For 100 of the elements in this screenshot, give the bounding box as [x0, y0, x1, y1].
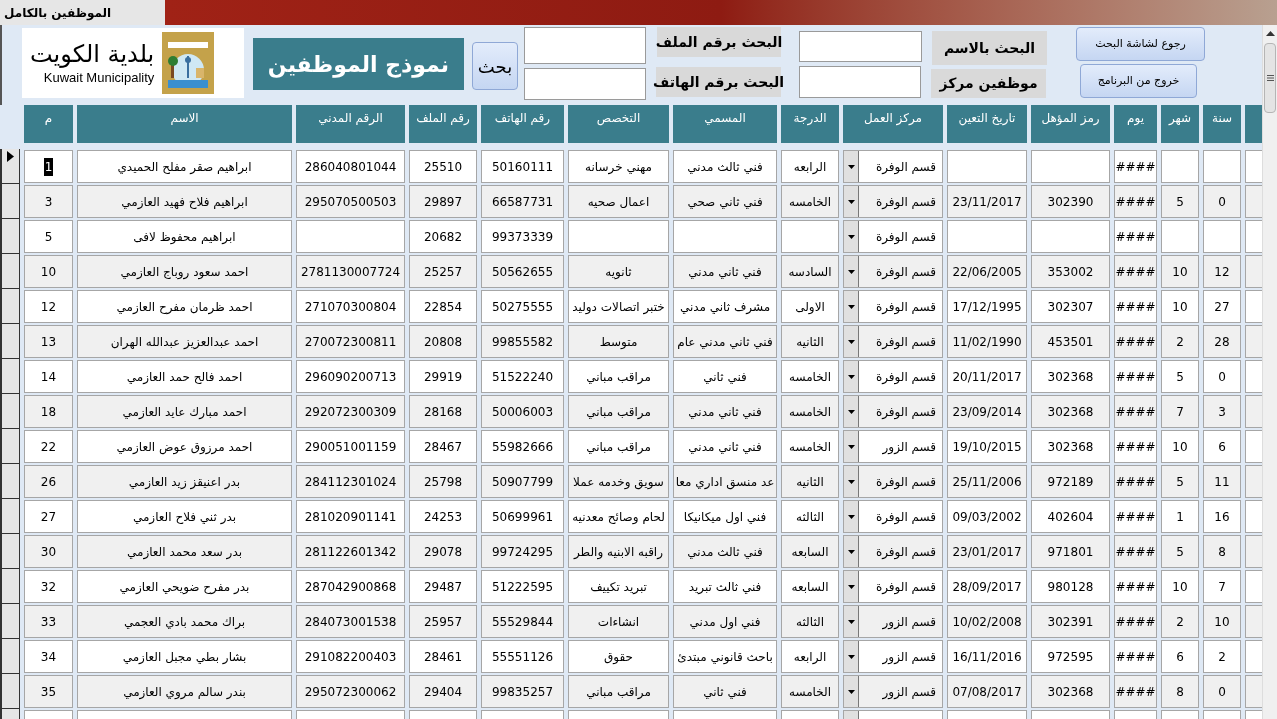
- table-cell: 55529844: [481, 605, 564, 638]
- table-cell: 2: [1161, 605, 1199, 638]
- row-selector[interactable]: [0, 569, 20, 604]
- combo-box[interactable]: قسم الوفرة: [843, 360, 943, 393]
- combo-box[interactable]: قسم الوفرة: [843, 500, 943, 533]
- table-cell: الخامسه: [781, 360, 839, 393]
- dropdown-arrow-icon[interactable]: [847, 619, 855, 624]
- table-cell: 271070300804: [296, 290, 405, 323]
- combo-box[interactable]: قسم الوفرة: [843, 220, 943, 253]
- table-cell: 453501: [1031, 325, 1110, 358]
- search-button[interactable]: بحث: [472, 42, 518, 90]
- table-cell: 50907799: [481, 465, 564, 498]
- dropdown-arrow-icon[interactable]: [847, 339, 855, 344]
- input-field[interactable]: [524, 27, 646, 64]
- dropdown-arrow-icon[interactable]: [847, 654, 855, 659]
- combo-box[interactable]: قسم الوفرة: [843, 395, 943, 428]
- table-cell: [1245, 290, 1265, 323]
- scroll-up-icon[interactable]: [1265, 31, 1275, 36]
- row-selector[interactable]: [0, 149, 20, 184]
- table-cell: بدر ثني فلاح العازمي: [77, 500, 292, 533]
- row-selector[interactable]: [0, 184, 20, 219]
- table-cell: 28168: [409, 395, 477, 428]
- row-selector[interactable]: [0, 324, 20, 359]
- row-selector[interactable]: [0, 394, 20, 429]
- table-cell: احمد مبارك عايد العازمي: [77, 395, 292, 428]
- combo-box[interactable]: قسم الوفرة: [843, 185, 943, 218]
- combo-box[interactable]: قسم الزور: [843, 605, 943, 638]
- table-cell: مراقب مباني: [568, 360, 669, 393]
- combo-box[interactable]: قسم الوفرة: [843, 255, 943, 288]
- input-field[interactable]: [799, 31, 922, 62]
- field-label: موظفين مركز: [931, 69, 1046, 98]
- dropdown-arrow-icon[interactable]: [847, 374, 855, 379]
- row-selector[interactable]: [0, 359, 20, 394]
- row-selector[interactable]: [0, 604, 20, 639]
- table-cell: 34: [24, 640, 73, 673]
- row-selector[interactable]: [0, 429, 20, 464]
- combo-box[interactable]: قسم الوفرة: [843, 465, 943, 498]
- table-cell: [1245, 325, 1265, 358]
- combo-box[interactable]: قسم الوفرة: [843, 290, 943, 323]
- table-cell: 291082200403: [296, 640, 405, 673]
- table-cell: [1245, 430, 1265, 463]
- row-selector[interactable]: [0, 499, 20, 534]
- dropdown-arrow-icon[interactable]: [847, 549, 855, 554]
- table-cell: 10: [1203, 605, 1241, 638]
- input-field[interactable]: [799, 66, 921, 98]
- table-cell: 295072300062: [296, 675, 405, 708]
- combo-box[interactable]: قسم الزور: [843, 675, 943, 708]
- scrollbar[interactable]: [1262, 25, 1277, 719]
- table-cell: 5: [1161, 465, 1199, 498]
- dropdown-arrow-icon[interactable]: [847, 444, 855, 449]
- row-selector[interactable]: [0, 674, 20, 709]
- table-cell: 28461: [409, 640, 477, 673]
- combo-box[interactable]: قسم الزور: [843, 430, 943, 463]
- combo-box[interactable]: قسم الوفرة: [843, 535, 943, 568]
- table-cell: [1203, 150, 1241, 183]
- table-cell: راقبه الابنيه والطر: [568, 535, 669, 568]
- dropdown-arrow-icon[interactable]: [847, 199, 855, 204]
- row-selector[interactable]: [0, 219, 20, 254]
- combo-box[interactable]: قسم الوفرة: [843, 150, 943, 183]
- row-selector[interactable]: [0, 534, 20, 569]
- dropdown-arrow-icon[interactable]: [847, 304, 855, 309]
- table-cell: بندر سالم مروي العازمي: [77, 675, 292, 708]
- scrollbar-thumb[interactable]: [1264, 43, 1276, 113]
- column-header: المسمي: [673, 105, 777, 143]
- table-cell: 296090200713: [296, 360, 405, 393]
- dropdown-arrow-icon[interactable]: [847, 269, 855, 274]
- table-cell: 6: [1203, 430, 1241, 463]
- input-field[interactable]: [524, 68, 646, 100]
- row-selector[interactable]: [0, 289, 20, 324]
- dropdown-arrow-icon[interactable]: [847, 164, 855, 169]
- table-cell: 302368: [1031, 395, 1110, 428]
- combo-box[interactable]: قسم الزور: [843, 640, 943, 673]
- table-cell: [1245, 605, 1265, 638]
- dropdown-arrow-icon[interactable]: [847, 409, 855, 414]
- dropdown-arrow-icon[interactable]: [847, 584, 855, 589]
- exit-button[interactable]: خروج من البرنامج: [1080, 64, 1197, 98]
- dropdown-arrow-icon[interactable]: [847, 479, 855, 484]
- table-cell: ####: [1114, 395, 1157, 428]
- table-cell: [1245, 150, 1265, 183]
- dropdown-arrow-icon[interactable]: [847, 514, 855, 519]
- table-cell: ####: [1114, 255, 1157, 288]
- table-cell: [1245, 675, 1265, 708]
- combo-box[interactable]: قسم الوفرة: [843, 570, 943, 603]
- table-cell: الخامسه: [781, 395, 839, 428]
- table-cell: 17/12/1995: [947, 290, 1027, 323]
- column-header: الدرجة: [781, 105, 839, 143]
- dropdown-arrow-icon[interactable]: [847, 234, 855, 239]
- field-label: البحث برقم الملف: [657, 27, 781, 57]
- back-button[interactable]: رجوع لشاشة البحث: [1076, 27, 1205, 61]
- dropdown-arrow-icon[interactable]: [847, 689, 855, 694]
- table-cell: 23/11/2017: [947, 185, 1027, 218]
- table-cell: براك محمد بادي العجمي: [77, 605, 292, 638]
- combo-box[interactable]: قسم الوفرة: [843, 325, 943, 358]
- row-selector[interactable]: [0, 464, 20, 499]
- row-selector[interactable]: [0, 254, 20, 289]
- table-cell: 287042900868: [296, 570, 405, 603]
- row-selector[interactable]: [0, 639, 20, 674]
- table-cell: 971801: [1031, 535, 1110, 568]
- table-cell: 302368: [1031, 360, 1110, 393]
- table-cell: 0: [1203, 675, 1241, 708]
